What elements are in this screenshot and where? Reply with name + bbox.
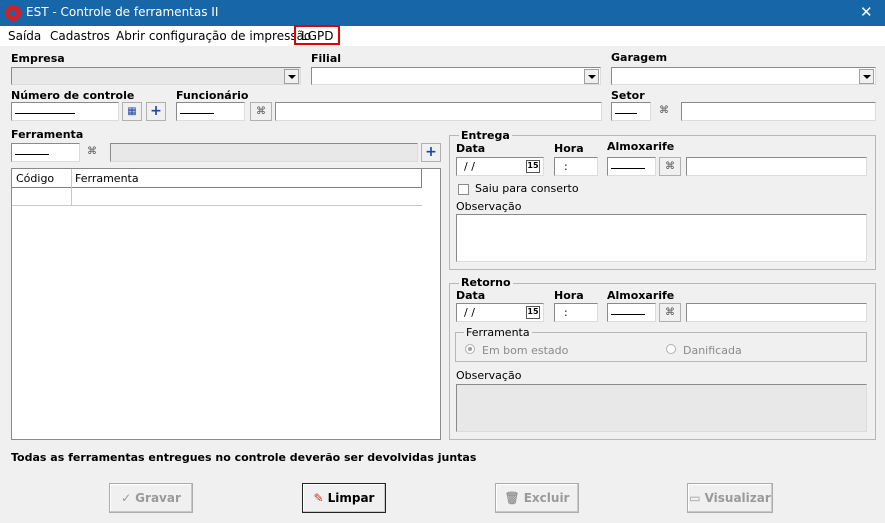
ferramenta-add-button[interactable]: + <box>421 143 441 162</box>
entrega-observacao-textarea[interactable] <box>456 214 867 262</box>
menu-saida[interactable]: Saída <box>8 29 41 43</box>
funcionario-code-input[interactable] <box>176 102 245 121</box>
setor-search-button[interactable]: ⌘ <box>659 102 677 121</box>
saiu-conserto-checkbox[interactable] <box>458 184 469 195</box>
excluir-button[interactable]: 🗑 Excluir <box>495 483 579 513</box>
ferramenta-code-input[interactable] <box>11 143 80 162</box>
calendar-icon[interactable]: 15 <box>526 160 540 173</box>
binoculars-icon: ⌘ <box>665 161 675 172</box>
numero-controle-label: Número de controle <box>11 89 135 102</box>
filial-select[interactable] <box>311 67 601 85</box>
setor-name-input[interactable] <box>681 102 876 121</box>
grid-col-ferramenta[interactable]: Ferramenta <box>75 172 139 185</box>
retorno-hora-input[interactable]: : <box>554 303 598 322</box>
excluir-label: Excluir <box>523 491 570 505</box>
monitor-icon: ▭ <box>689 491 701 505</box>
window-title: EST - Controle de ferramentas II <box>26 5 219 19</box>
entrega-almoxarife-label: Almoxarife <box>607 140 675 153</box>
garagem-label: Garagem <box>611 51 668 64</box>
menu-lgpd-highlight <box>294 25 340 45</box>
plus-icon: + <box>150 103 162 119</box>
filial-label: Filial <box>311 52 342 65</box>
gravar-button[interactable]: ✓ Gravar <box>109 483 193 513</box>
retorno-almoxarife-name-input[interactable] <box>686 303 867 322</box>
retorno-group-title: Retorno <box>459 276 513 289</box>
grid-header-end <box>421 169 422 188</box>
grid-header <box>12 169 422 188</box>
gravar-label: Gravar <box>135 491 181 505</box>
retorno-data-value: / / <box>464 306 475 319</box>
entrega-data-label: Data <box>456 142 486 155</box>
entrega-hora-label: Hora <box>554 142 584 155</box>
calendar-icon[interactable]: 15 <box>526 306 540 319</box>
numero-controle-input[interactable] <box>11 102 119 121</box>
funcionario-label: Funcionário <box>176 89 249 102</box>
calendar-search-icon: ▦ <box>127 106 137 117</box>
danificada-label: Danificada <box>683 344 742 357</box>
entrega-data-value: / / <box>464 160 475 173</box>
retorno-observacao-textarea <box>456 384 867 432</box>
danificada-radio[interactable] <box>666 344 676 354</box>
menu-cadastros[interactable]: Cadastros <box>50 29 110 43</box>
ferramenta-label: Ferramenta <box>11 128 84 141</box>
ferramenta-name-input <box>110 143 418 162</box>
close-button[interactable]: ✕ <box>860 3 873 21</box>
funcionario-search-button[interactable]: ⌘ <box>250 102 272 121</box>
plus-icon: + <box>425 144 437 160</box>
entrega-data-input[interactable]: / / 15 <box>456 157 544 176</box>
empresa-select[interactable] <box>11 67 301 85</box>
binoculars-icon: ⌘ <box>659 105 669 116</box>
retorno-data-input[interactable]: / / 15 <box>456 303 544 322</box>
funcionario-name-input[interactable] <box>275 102 602 121</box>
chevron-down-icon[interactable] <box>859 69 874 84</box>
empresa-label: Empresa <box>11 52 65 65</box>
entrega-almoxarife-name-input[interactable] <box>686 157 867 176</box>
grid-col-codigo[interactable]: Código <box>16 172 54 185</box>
retorno-hora-label: Hora <box>554 289 584 302</box>
visualizar-button[interactable]: ▭ Visualizar <box>687 483 773 513</box>
saiu-conserto-label: Saiu para conserto <box>475 182 579 195</box>
entrega-hora-input[interactable]: : <box>554 157 598 176</box>
ferramenta-search-button[interactable]: ⌘ <box>87 143 107 162</box>
entrega-observacao-label: Observação <box>456 200 522 213</box>
limpar-button[interactable]: ✎ Limpar <box>302 483 386 513</box>
app-logo-icon <box>5 5 21 21</box>
checkmark-icon: ✓ <box>121 491 132 505</box>
chevron-down-icon[interactable] <box>584 69 599 84</box>
numero-controle-search-button[interactable]: ▦ <box>122 102 142 121</box>
numero-controle-add-button[interactable]: + <box>146 102 166 121</box>
ferramentas-grid[interactable]: Código Ferramenta <box>11 168 441 440</box>
retorno-almoxarife-label: Almoxarife <box>607 289 675 302</box>
garagem-select[interactable] <box>611 67 876 85</box>
retorno-data-label: Data <box>456 289 486 302</box>
limpar-label: Limpar <box>327 491 375 505</box>
em-bom-estado-radio[interactable] <box>465 344 475 354</box>
binoculars-icon: ⌘ <box>665 307 675 318</box>
retorno-hora-value: : <box>564 306 568 319</box>
retorno-ferramenta-group-title: Ferramenta <box>464 326 532 339</box>
retorno-almoxarife-code-input[interactable] <box>607 303 656 322</box>
grid-col-separator <box>71 169 72 205</box>
binoculars-icon: ⌘ <box>256 106 266 117</box>
menu-abrir-configuracao-impressao[interactable]: Abrir configuração de impressão <box>116 29 311 43</box>
entrega-group-title: Entrega <box>459 129 512 142</box>
footer-note: Todas as ferramentas entregues no contro… <box>11 451 477 464</box>
retorno-almoxarife-search-button[interactable]: ⌘ <box>659 303 681 322</box>
visualizar-label: Visualizar <box>704 491 771 505</box>
eraser-icon: ✎ <box>313 491 324 505</box>
trash-icon: 🗑 <box>504 491 520 505</box>
table-row[interactable] <box>12 205 422 206</box>
entrega-almoxarife-search-button[interactable]: ⌘ <box>659 157 681 176</box>
em-bom-estado-label: Em bom estado <box>482 344 569 357</box>
chevron-down-icon[interactable] <box>284 69 299 84</box>
retorno-observacao-label: Observação <box>456 369 522 382</box>
setor-label: Setor <box>611 89 645 102</box>
setor-code-input[interactable] <box>611 102 651 121</box>
binoculars-icon: ⌘ <box>87 146 97 157</box>
entrega-almoxarife-code-input[interactable] <box>607 157 656 176</box>
entrega-hora-value: : <box>564 160 568 173</box>
